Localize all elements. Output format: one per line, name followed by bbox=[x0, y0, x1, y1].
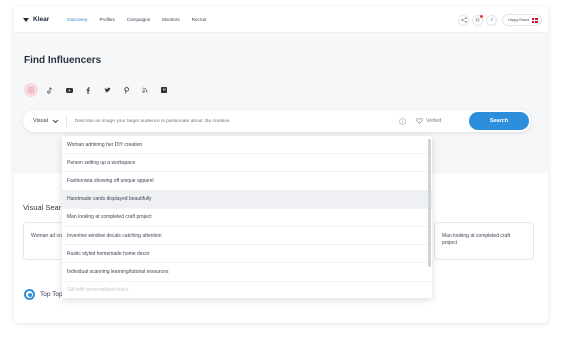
help-button[interactable] bbox=[486, 14, 498, 26]
suggestion-item[interactable]: Gift with personalized touch bbox=[62, 282, 432, 299]
vetted-label: Vetted bbox=[425, 118, 442, 124]
nav-item-discovery[interactable]: Discovery bbox=[67, 17, 87, 22]
bell-icon bbox=[475, 17, 480, 22]
notification-dot bbox=[480, 14, 484, 18]
share-button[interactable] bbox=[458, 14, 470, 26]
search-button[interactable]: Search bbox=[469, 112, 529, 130]
nav-item-monitors[interactable]: Monitors bbox=[162, 17, 180, 22]
dropdown-scrollbar[interactable] bbox=[428, 139, 431, 267]
twitch-icon bbox=[161, 87, 167, 93]
user-menu[interactable]: Happy Brand bbox=[502, 14, 542, 26]
heart-icon bbox=[416, 118, 423, 124]
topics-icon bbox=[24, 289, 35, 300]
vetted-toggle[interactable]: Vetted bbox=[416, 118, 442, 124]
help-icon bbox=[491, 17, 493, 21]
twitter-platform-button[interactable] bbox=[100, 83, 114, 97]
pinterest-platform-button[interactable] bbox=[119, 83, 133, 97]
brand-logo[interactable]: Klear bbox=[22, 16, 49, 23]
suggestion-item[interactable]: Inventive window decals catching attenti… bbox=[62, 227, 432, 246]
app-window: Klear Discovery Profiles Campaigns Monit… bbox=[14, 7, 548, 323]
suggestion-item[interactable]: Fashionista showing off unique apparel bbox=[62, 172, 432, 191]
youtube-icon bbox=[65, 87, 73, 93]
instagram-icon bbox=[28, 87, 34, 93]
top-navigation: Klear Discovery Profiles Campaigns Monit… bbox=[14, 7, 548, 33]
twitter-icon bbox=[104, 87, 110, 93]
nav-actions: Happy Brand bbox=[455, 14, 542, 26]
page-title: Find Influencers bbox=[24, 55, 102, 66]
instagram-platform-button[interactable] bbox=[24, 83, 38, 97]
twitch-platform-button[interactable] bbox=[157, 83, 171, 97]
user-name: Happy Brand bbox=[508, 18, 529, 22]
brand-name: Klear bbox=[33, 16, 50, 23]
tiktok-platform-button[interactable] bbox=[43, 83, 57, 97]
info-icon[interactable] bbox=[399, 117, 406, 125]
chevron-down-icon bbox=[52, 119, 59, 123]
suggestion-item[interactable]: Man looking at completed craft project bbox=[62, 209, 432, 227]
share-icon bbox=[460, 17, 467, 23]
tiktok-icon bbox=[47, 86, 53, 94]
search-input[interactable] bbox=[74, 118, 395, 124]
pinterest-icon bbox=[123, 86, 129, 94]
search-bar: Visual Vetted Search bbox=[23, 110, 531, 132]
youtube-platform-button[interactable] bbox=[62, 83, 76, 97]
nav-item-profiles[interactable]: Profiles bbox=[99, 17, 114, 22]
suggestion-item[interactable]: Individual scanning learning/tutorial re… bbox=[62, 263, 432, 282]
klear-logo-icon bbox=[23, 17, 29, 22]
search-mode-select[interactable]: Visual bbox=[33, 118, 59, 124]
suggestion-item[interactable]: Woman admiring her DIY creation bbox=[62, 136, 432, 155]
platform-filter bbox=[24, 83, 176, 97]
search-mode-label: Visual bbox=[33, 118, 48, 124]
rss-icon bbox=[142, 87, 148, 93]
visual-search-card[interactable]: Man looking at completed craft project bbox=[434, 222, 534, 260]
notifications-button[interactable] bbox=[472, 14, 484, 26]
search-divider bbox=[65, 115, 67, 127]
visual-search-title: Visual Sear bbox=[23, 203, 62, 212]
suggestion-item[interactable]: Person setting up a workspace bbox=[62, 154, 432, 173]
facebook-platform-button[interactable] bbox=[81, 83, 95, 97]
blogs-platform-button[interactable] bbox=[138, 83, 152, 97]
suggestions-dropdown: Woman admiring her DIY creation Person s… bbox=[62, 136, 432, 298]
nav-item-recruit[interactable]: Recruit bbox=[192, 17, 207, 22]
suggestion-item[interactable]: Rustic styled homemade home decor bbox=[62, 245, 432, 264]
uk-flag-icon bbox=[532, 17, 538, 23]
facebook-icon bbox=[86, 86, 90, 94]
suggestion-item-highlighted[interactable]: Handmade cards displayed beautifully bbox=[62, 190, 432, 209]
main-nav: Discovery Profiles Campaigns Monitors Re… bbox=[67, 17, 218, 22]
nav-item-campaigns[interactable]: Campaigns bbox=[127, 17, 150, 22]
